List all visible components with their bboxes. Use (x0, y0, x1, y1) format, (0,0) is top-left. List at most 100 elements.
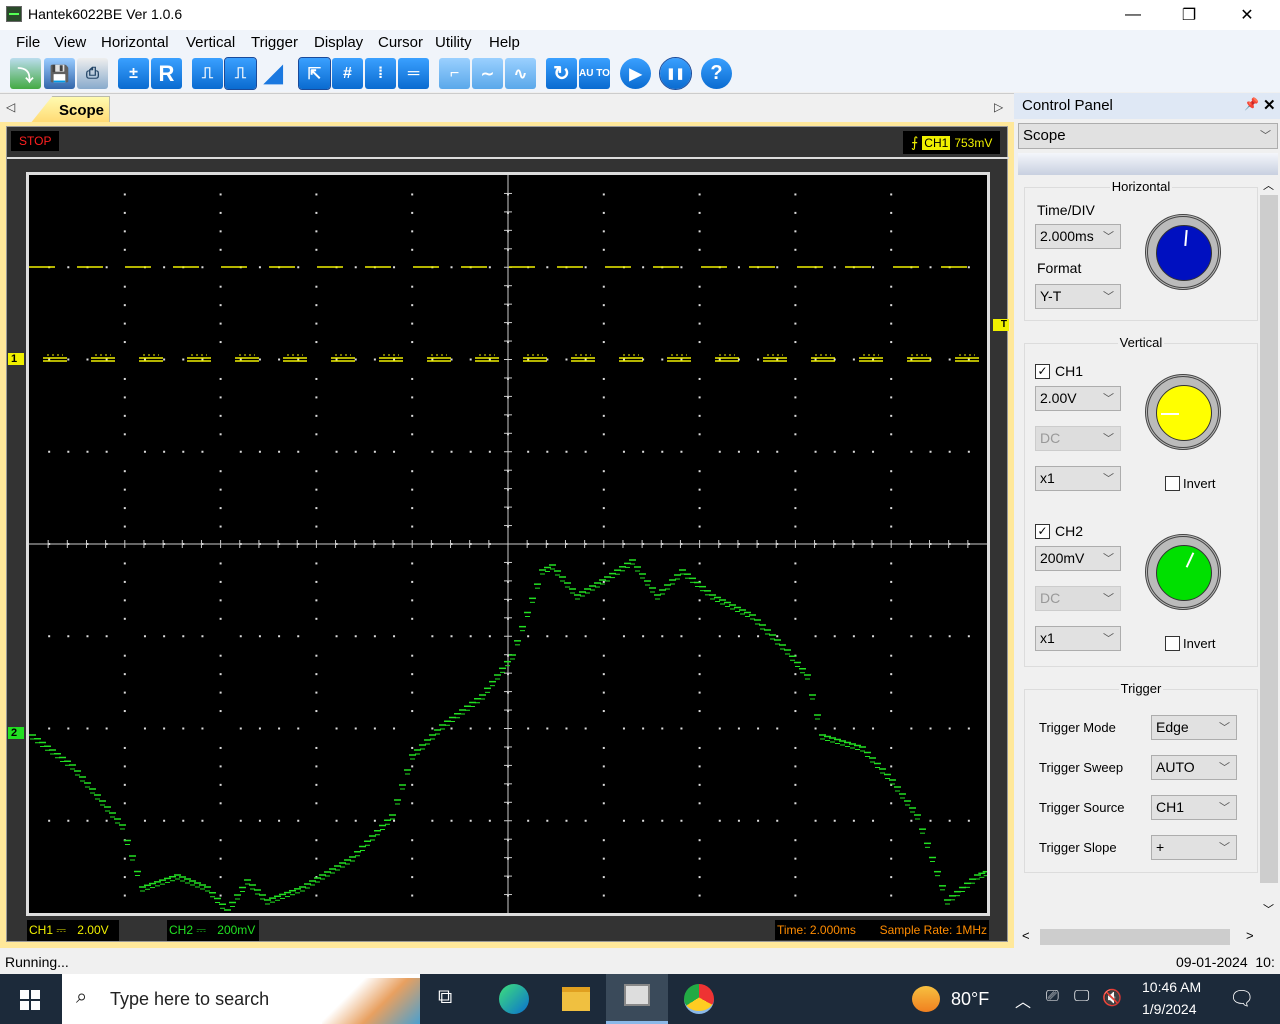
tab-scope[interactable]: Scope (30, 96, 110, 124)
step-icon[interactable]: ⌐ (439, 58, 470, 89)
scroll-down-icon[interactable]: ﹀ (1263, 901, 1274, 917)
task-view-icon[interactable]: ⧉ (438, 986, 452, 1009)
pulse-icon[interactable]: ⎍ (192, 58, 223, 89)
ch1-volt-div-select[interactable]: 2.00V ﹀ (1035, 386, 1121, 411)
ch2-invert-checkbox[interactable] (1165, 636, 1180, 651)
menu-trigger[interactable]: Trigger (251, 34, 298, 51)
trigger-level-marker[interactable]: T (993, 319, 1009, 331)
ramp-icon[interactable]: ◢ (258, 58, 289, 89)
menu-view[interactable]: View (54, 34, 86, 51)
pointer-cursor-icon[interactable]: ⇱ (298, 57, 331, 90)
grid-dot (67, 358, 70, 361)
refresh-icon[interactable]: ↻ (546, 58, 577, 89)
trigger-sweep-select[interactable]: AUTO ﹀ (1151, 755, 1237, 780)
trigger-slope-select[interactable]: + ﹀ (1151, 835, 1237, 860)
time-div-select[interactable]: 2.000ms ﹀ (1035, 224, 1121, 249)
horizontal-scroll-thumb[interactable] (1040, 929, 1230, 945)
close-button[interactable]: ✕ (1218, 0, 1276, 30)
camera-icon[interactable]: ⎚ (1046, 988, 1059, 1006)
grid-dot (794, 211, 797, 214)
sine-wave-icon[interactable]: ∿ (505, 58, 536, 89)
close-panel-icon[interactable]: ✕ (1263, 96, 1276, 114)
horizontal-scrollbar[interactable]: < > (1018, 927, 1260, 947)
chevron-down-icon: ﹀ (1103, 291, 1114, 303)
reference-icon[interactable]: R (151, 58, 182, 89)
time-div-knob[interactable] (1145, 214, 1221, 290)
help-icon[interactable]: ? (701, 58, 732, 89)
grid-dot (737, 450, 740, 453)
print-icon[interactable]: ⎙ (77, 58, 108, 89)
windows-start-icon[interactable] (20, 990, 40, 1010)
file-explorer-icon[interactable] (562, 987, 590, 1011)
menu-utility[interactable]: Utility (435, 34, 472, 51)
volume-muted-icon[interactable]: 🔇 (1102, 988, 1122, 1008)
ch2-level-marker[interactable]: 2 (8, 727, 24, 739)
ch1-invert-checkbox[interactable] (1165, 476, 1180, 491)
ch1-level-marker[interactable]: 1 (8, 353, 24, 365)
vertical-scrollbar[interactable]: ︿ ﹀ (1260, 175, 1278, 919)
chrome-icon[interactable] (684, 984, 714, 1014)
trigger-mode-select[interactable]: Edge ﹀ (1151, 715, 1237, 740)
minimize-button[interactable]: — (1104, 0, 1162, 30)
format-select[interactable]: Y-T ﹀ (1035, 284, 1121, 309)
ch1-probe-select[interactable]: x1 ﹀ (1035, 466, 1121, 491)
grid-dot (890, 193, 893, 196)
grid-dot (411, 322, 414, 325)
pause-icon[interactable]: ❚❚ (659, 57, 692, 90)
open-icon[interactable]: ⤵ (10, 58, 41, 89)
trigger-source-select[interactable]: CH1 ﹀ (1151, 795, 1237, 820)
cross-cursor-icon[interactable]: # (332, 58, 363, 89)
maximize-button[interactable]: ❐ (1160, 0, 1218, 30)
run-icon[interactable]: ▶ (620, 58, 651, 89)
ch2-enable-checkbox[interactable]: ✓ (1035, 524, 1050, 539)
view-select[interactable]: Scope ﹀ (1018, 123, 1278, 149)
save-icon[interactable]: 💾 (44, 58, 75, 89)
menu-help[interactable]: Help (489, 34, 520, 51)
network-icon[interactable]: 🖵 (1074, 988, 1089, 1006)
hantek-taskbar-item[interactable] (606, 974, 668, 1024)
grid-dot (201, 635, 204, 638)
grid-dot (123, 691, 126, 694)
waveform-display[interactable] (26, 172, 990, 916)
math-icon[interactable]: ± (118, 58, 149, 89)
ch1-enable-checkbox[interactable]: ✓ (1035, 364, 1050, 379)
window-title: Hantek6022BE Ver 1.0.6 (28, 6, 183, 22)
tab-scroll-left-icon[interactable]: ◁ (6, 100, 15, 114)
edge-icon[interactable] (499, 984, 529, 1014)
weather-icon[interactable] (912, 986, 940, 1012)
weather-temp[interactable]: 80°F (951, 989, 989, 1010)
grid-dot (890, 802, 893, 805)
grid-dot (278, 450, 281, 453)
show-hidden-icons-icon[interactable]: ︿ (1015, 988, 1031, 1012)
menu-horizontal[interactable]: Horizontal (101, 34, 169, 51)
vertical-scroll-thumb[interactable] (1260, 195, 1278, 883)
grid-dot (258, 450, 261, 453)
menu-file[interactable]: File (16, 34, 40, 51)
grid-dot (315, 710, 318, 713)
taskbar-search[interactable]: ⌕ Type here to search (62, 974, 420, 1024)
ch2-volt-knob[interactable] (1145, 534, 1221, 610)
clock-time[interactable]: 10:46 AM (1142, 979, 1201, 995)
grid-dot (219, 193, 222, 196)
ch2-probe-select[interactable]: x1 ﹀ (1035, 626, 1121, 651)
pin-icon[interactable]: 📌 (1244, 97, 1259, 111)
notifications-icon[interactable]: 🗨 (1229, 986, 1254, 1011)
ch1-volt-knob[interactable] (1145, 374, 1221, 450)
clock-date[interactable]: 1/9/2024 (1142, 1001, 1197, 1017)
grid-dot (776, 727, 779, 730)
auto-icon[interactable]: AU TO (579, 58, 610, 89)
menu-display[interactable]: Display (314, 34, 363, 51)
tab-scroll-right-icon[interactable]: ▷ (994, 100, 1003, 114)
smooth-wave-icon[interactable]: ∼ (472, 58, 503, 89)
pulse-dashed-icon[interactable]: ⎍ (224, 57, 257, 90)
horizontal-cursor-icon[interactable]: ═ (398, 58, 429, 89)
menu-cursor[interactable]: Cursor (378, 34, 423, 51)
menu-vertical[interactable]: Vertical (186, 34, 235, 51)
scroll-left-icon[interactable]: < (1022, 928, 1030, 943)
grid-dot (757, 358, 760, 361)
scroll-right-icon[interactable]: > (1246, 928, 1254, 943)
grid-dot (219, 377, 222, 380)
vertical-cursor-icon[interactable]: ⁞ (365, 58, 396, 89)
scroll-up-icon[interactable]: ︿ (1263, 177, 1274, 193)
ch2-volt-div-select[interactable]: 200mV ﹀ (1035, 546, 1121, 571)
